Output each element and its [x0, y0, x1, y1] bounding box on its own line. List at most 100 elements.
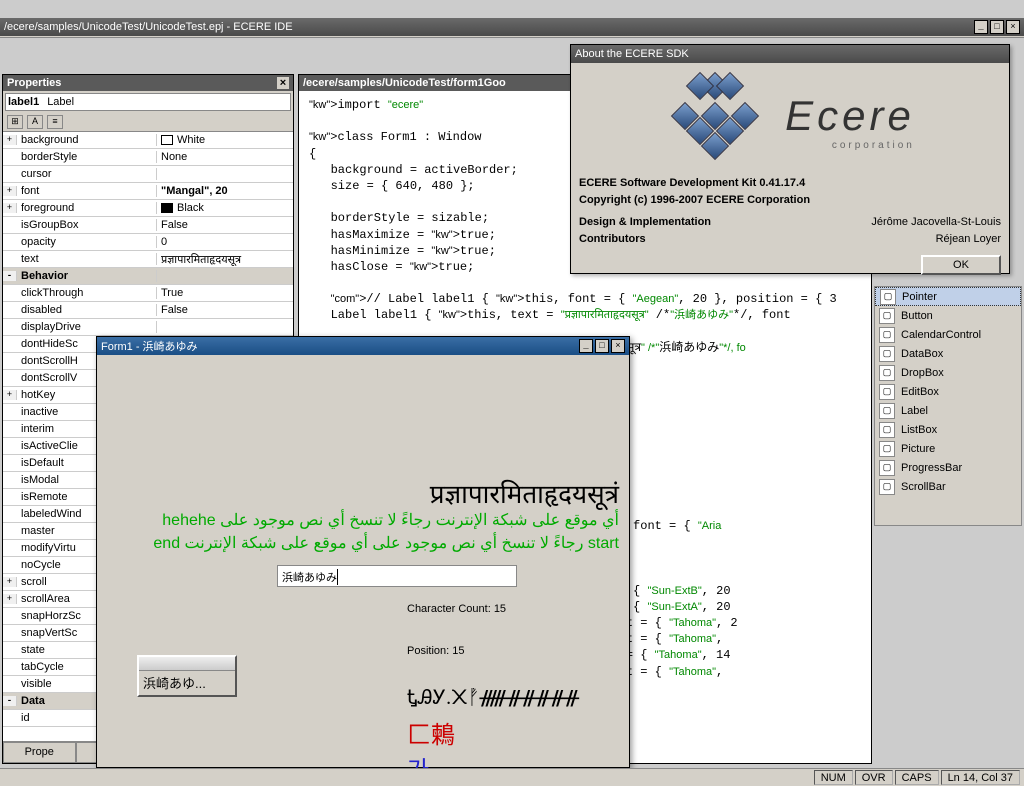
- close-icon[interactable]: ×: [611, 339, 625, 353]
- object-selector[interactable]: label1 Label: [5, 93, 291, 111]
- tool-scrollbar[interactable]: ▢ScrollBar: [875, 477, 1021, 496]
- statusbar: NUM OVR CAPS Ln 14, Col 37: [0, 768, 1024, 786]
- property-value[interactable]: False: [157, 219, 293, 231]
- calendarcontrol-icon: ▢: [879, 327, 895, 343]
- tab-properties[interactable]: Prope: [3, 742, 76, 763]
- tool-label: DropBox: [901, 367, 944, 379]
- tool-pointer[interactable]: ▢Pointer: [875, 287, 1021, 306]
- property-row[interactable]: opacity0: [3, 234, 293, 251]
- expand-icon[interactable]: -: [3, 271, 17, 281]
- property-name: disabled: [17, 304, 157, 316]
- property-row[interactable]: +backgroundWhite: [3, 132, 293, 149]
- position-label: Position: 15: [407, 645, 464, 657]
- status-num: NUM: [814, 770, 853, 785]
- property-value[interactable]: Black: [157, 202, 293, 214]
- property-value[interactable]: True: [157, 287, 293, 299]
- tool-progressbar[interactable]: ▢ ProgressBar: [875, 458, 1021, 477]
- expand-icon[interactable]: +: [3, 135, 17, 145]
- tool-label: CalendarControl: [901, 329, 981, 341]
- maximize-icon[interactable]: □: [595, 339, 609, 353]
- tool-button[interactable]: ▢ Button: [875, 306, 1021, 325]
- property-value[interactable]: प्रज्ञापारमिताहृदयसूत्र: [157, 252, 293, 267]
- property-row[interactable]: isGroupBoxFalse: [3, 217, 293, 234]
- property-value[interactable]: "Mangal", 20: [157, 185, 293, 197]
- property-value[interactable]: False: [157, 304, 293, 316]
- tool-label: Button: [901, 310, 933, 322]
- dropdown[interactable]: 浜崎あゆ...: [137, 655, 237, 697]
- property-row[interactable]: displayDrive: [3, 319, 293, 336]
- close-icon[interactable]: ×: [1006, 20, 1020, 34]
- expand-icon[interactable]: +: [3, 594, 17, 604]
- sort-az-icon[interactable]: A: [27, 115, 43, 129]
- contrib-label: Contributors: [579, 231, 646, 248]
- tool-label: EditBox: [901, 386, 939, 398]
- button-icon: ▢: [879, 308, 895, 324]
- progressbar-icon: ▢: [879, 460, 895, 476]
- color-swatch: [161, 203, 173, 213]
- toolbox: ▢Pointer▢Button▢CalendarControl▢DataBox▢…: [874, 286, 1022, 526]
- property-row[interactable]: cursor: [3, 166, 293, 183]
- property-name: font: [17, 185, 157, 197]
- label-icon: ▢: [879, 403, 895, 419]
- minimize-icon[interactable]: _: [974, 20, 988, 34]
- tool-dropbox[interactable]: ▢DropBox: [875, 363, 1021, 382]
- property-name: background: [17, 134, 157, 146]
- about-logo: Ecere corporation: [579, 71, 1001, 171]
- cjk-label: 匚鶫: [407, 715, 455, 750]
- tool-label: Picture: [901, 443, 935, 455]
- property-row[interactable]: clickThroughTrue: [3, 285, 293, 302]
- hindi-label: प्रज्ञापारमिताहृदयसूत्रं: [430, 475, 619, 511]
- property-name: foreground: [17, 202, 157, 214]
- expand-icon[interactable]: +: [3, 186, 17, 196]
- status-caps: CAPS: [895, 770, 939, 785]
- property-name: displayDrive: [17, 321, 157, 333]
- char-count-label: Character Count: 15: [407, 603, 506, 615]
- tool-databox[interactable]: ▢ DataBox: [875, 344, 1021, 363]
- minimize-icon[interactable]: _: [579, 339, 593, 353]
- arabic-label-1: أي موقع على شبكة الإنترنت رجاءً لا تنسخ …: [162, 510, 619, 530]
- property-row[interactable]: textप्रज्ञापारमिताहृदयसूत्र: [3, 251, 293, 268]
- property-name: opacity: [17, 236, 157, 248]
- editbox-icon: ▢: [879, 384, 895, 400]
- property-name: borderStyle: [17, 151, 157, 163]
- property-row[interactable]: +foregroundBlack: [3, 200, 293, 217]
- property-row[interactable]: borderStyleNone: [3, 149, 293, 166]
- form1-titlebar[interactable]: Form1 - 浜崎あゆみ _ □ ×: [97, 337, 629, 355]
- ok-button[interactable]: OK: [921, 255, 1001, 275]
- expand-icon[interactable]: +: [3, 577, 17, 587]
- tool-listbox[interactable]: ▢ListBox: [875, 420, 1021, 439]
- prop-misc-icon[interactable]: ≡: [47, 115, 63, 129]
- properties-title: Properties ×: [3, 75, 293, 91]
- tool-label: Label: [901, 405, 928, 417]
- databox-icon: ▢: [879, 346, 895, 362]
- maximize-icon[interactable]: □: [990, 20, 1004, 34]
- expand-icon[interactable]: +: [3, 203, 17, 213]
- sort-cat-icon[interactable]: ⊞: [7, 115, 23, 129]
- property-row[interactable]: disabledFalse: [3, 302, 293, 319]
- tool-label: DataBox: [901, 348, 943, 360]
- tool-label: ScrollBar: [901, 481, 946, 493]
- property-value[interactable]: 0: [157, 236, 293, 248]
- text-input[interactable]: 浜崎あゆみ: [277, 565, 517, 587]
- glyph-label: ᎿᎯᎩ.᙭ᚡᚏᚌᚌᚌᚌᚌ: [407, 685, 579, 710]
- tool-editbox[interactable]: ▢ EditBox: [875, 382, 1021, 401]
- property-name: clickThrough: [17, 287, 157, 299]
- tool-label: ProgressBar: [901, 462, 962, 474]
- pointer-icon: ▢: [880, 289, 896, 305]
- close-icon[interactable]: ×: [277, 77, 289, 89]
- property-row[interactable]: +font"Mangal", 20: [3, 183, 293, 200]
- property-name: Behavior: [17, 270, 157, 282]
- contrib-name: Réjean Loyer: [936, 231, 1001, 248]
- sdk-version: ECERE Software Development Kit 0.41.17.4: [579, 177, 805, 189]
- tool-picture[interactable]: ▢Picture: [875, 439, 1021, 458]
- property-row[interactable]: -Behavior: [3, 268, 293, 285]
- expand-icon[interactable]: +: [3, 390, 17, 400]
- property-value[interactable]: None: [157, 151, 293, 163]
- color-swatch: [161, 135, 173, 145]
- window-title: /ecere/samples/UnicodeTest/UnicodeTest.e…: [4, 21, 293, 33]
- tool-label[interactable]: ▢ Label: [875, 401, 1021, 420]
- property-value[interactable]: White: [157, 134, 293, 146]
- expand-icon[interactable]: -: [3, 696, 17, 706]
- tool-calendarcontrol[interactable]: ▢ CalendarControl: [875, 325, 1021, 344]
- design-label: Design & Implementation: [579, 214, 711, 231]
